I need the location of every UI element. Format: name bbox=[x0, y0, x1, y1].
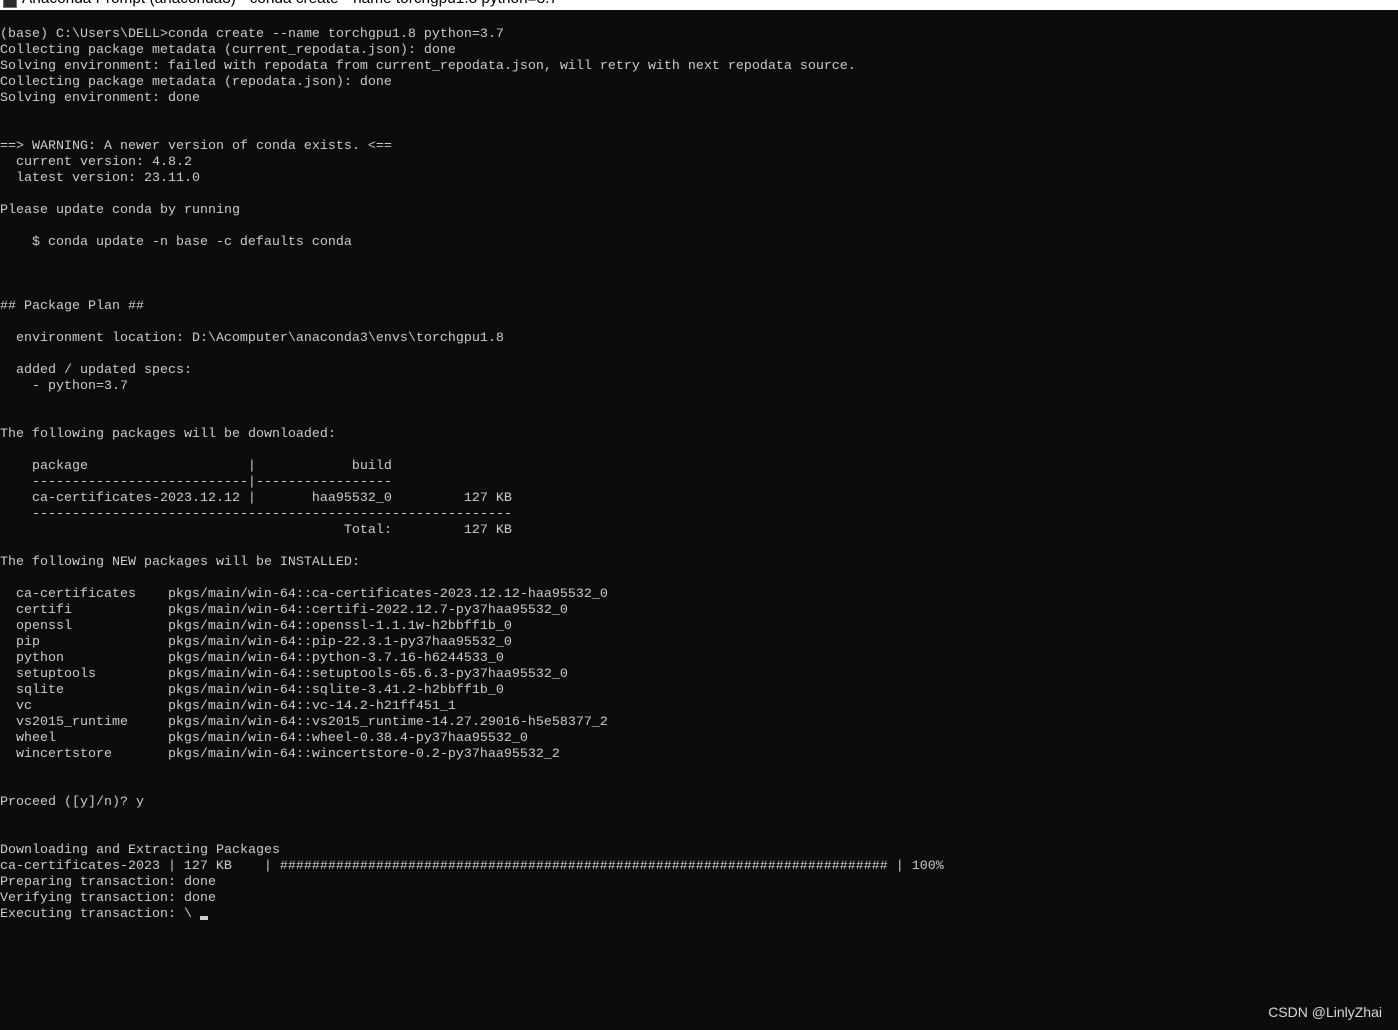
download-package-build: haa95532_0 bbox=[311, 491, 392, 506]
install-package-spec: pkgs/main/win-64::wheel-0.38.4-py37haa95… bbox=[167, 731, 528, 746]
progress-percent: 100% bbox=[911, 859, 944, 874]
install-package-name: wheel bbox=[15, 731, 56, 746]
install-package-spec: pkgs/main/win-64::openssl-1.1.1w-h2bbff1… bbox=[167, 619, 512, 634]
proceed-answer: y bbox=[135, 795, 144, 810]
spec-item: - python=3.7 bbox=[31, 379, 128, 394]
install-package-row: setuptools pkgs/main/win-64::setuptools-6… bbox=[0, 667, 1398, 683]
install-package-name: wincertstore bbox=[15, 747, 112, 762]
install-package-spec: pkgs/main/win-64::vs2015_runtime-14.27.2… bbox=[167, 715, 608, 730]
download-package-size: 127 KB bbox=[463, 491, 512, 506]
install-package-name: setuptools bbox=[15, 667, 96, 682]
install-package-row: vs2015_runtime pkgs/main/win-64::vs2015_r… bbox=[0, 715, 1398, 731]
progress-separator: | bbox=[263, 859, 272, 874]
install-package-row: certifi pkgs/main/win-64::certifi-2022.12… bbox=[0, 603, 1398, 619]
console-output[interactable]: (base) C:\Users\DELL> conda create --name… bbox=[0, 27, 1398, 923]
proceed-prompt: Proceed ([y]/n)? y bbox=[0, 795, 1398, 811]
transaction-executing-text: Executing transaction: \ bbox=[0, 907, 192, 922]
install-package-name: sqlite bbox=[15, 683, 64, 698]
download-table-header: package | build bbox=[0, 459, 1398, 475]
typed-command: conda create --name torchgpu1.8 python=3… bbox=[167, 27, 504, 42]
column-separator: | bbox=[247, 459, 256, 474]
install-package-spec: pkgs/main/win-64::sqlite-3.41.2-h2bbff1b… bbox=[167, 683, 504, 698]
shell-prompt: (base) C:\Users\DELL> bbox=[0, 27, 168, 42]
column-header-package: package bbox=[31, 459, 88, 474]
warning-banner: ==> WARNING: A newer version of conda ex… bbox=[0, 139, 392, 154]
transaction-preparing: Preparing transaction: done bbox=[0, 875, 216, 890]
specs-heading: added / updated specs: bbox=[15, 363, 192, 378]
download-package-name: ca-certificates-2023.12.12 bbox=[31, 491, 240, 506]
status-line: Solving environment: done bbox=[0, 91, 200, 106]
progress-bar: ########################################… bbox=[279, 859, 888, 874]
install-package-row: pip pkgs/main/win-64::pip-22.3.1-py37haa9… bbox=[0, 635, 1398, 651]
status-line: Collecting package metadata (repodata.js… bbox=[0, 75, 392, 90]
progress-package-name: ca-certificates-2023 bbox=[0, 859, 160, 874]
column-separator: | bbox=[247, 491, 256, 506]
install-package-row: sqlite pkgs/main/win-64::sqlite-3.41.2-h2… bbox=[0, 683, 1398, 699]
status-line: Collecting package metadata (current_rep… bbox=[0, 43, 456, 58]
package-plan-heading: ## Package Plan ## bbox=[0, 299, 144, 314]
proceed-question: Proceed ([y]/n)? bbox=[0, 795, 128, 810]
download-table-row: ca-certificates-2023.12.12 | haa95532_0 127… bbox=[0, 491, 1398, 507]
update-hint: Please update conda by running bbox=[0, 203, 240, 218]
install-package-row: wincertstore pkgs/main/win-64::wincertsto… bbox=[0, 747, 1398, 763]
progress-heading: Downloading and Extracting Packages bbox=[0, 843, 280, 858]
install-package-row: wheel pkgs/main/win-64::wheel-0.38.4-py37… bbox=[0, 731, 1398, 747]
install-package-spec: pkgs/main/win-64::setuptools-65.6.3-py37… bbox=[167, 667, 568, 682]
install-package-name: pip bbox=[15, 635, 40, 650]
latest-version: latest version: 23.11.0 bbox=[15, 171, 200, 186]
transaction-executing: Executing transaction: \ bbox=[0, 907, 1398, 923]
total-label: Total: bbox=[343, 523, 392, 538]
install-package-name: vs2015_runtime bbox=[15, 715, 128, 730]
current-version: current version: 4.8.2 bbox=[15, 155, 192, 170]
install-package-name: vc bbox=[15, 699, 32, 714]
column-header-build: build bbox=[351, 459, 392, 474]
command-line: (base) C:\Users\DELL> conda create --name… bbox=[0, 27, 1398, 43]
install-package-spec: pkgs/main/win-64::wincertstore-0.2-py37h… bbox=[167, 747, 560, 762]
install-package-spec: pkgs/main/win-64::certifi-2022.12.7-py37… bbox=[167, 603, 568, 618]
install-package-name: ca-certificates bbox=[15, 587, 136, 602]
download-progress: ca-certificates-2023 | 127 KB | ############… bbox=[0, 859, 1398, 875]
install-package-row: python pkgs/main/win-64::python-3.7.16-h6… bbox=[0, 651, 1398, 667]
install-package-name: certifi bbox=[15, 603, 72, 618]
progress-separator: | bbox=[895, 859, 904, 874]
download-table-total: Total: 127 KB bbox=[0, 523, 1398, 539]
install-package-spec: pkgs/main/win-64::python-3.7.16-h6244533… bbox=[167, 651, 504, 666]
window-title-bar[interactable]: Anaconda Prompt (anaconda3) - conda crea… bbox=[0, 0, 1398, 10]
download-table-header-rule: ---------------------------|------------… bbox=[31, 475, 392, 490]
window-title: Anaconda Prompt (anaconda3) - conda crea… bbox=[22, 0, 558, 8]
progress-separator: | bbox=[167, 859, 176, 874]
install-package-row: openssl pkgs/main/win-64::openssl-1.1.1w-… bbox=[0, 619, 1398, 635]
update-command: $ conda update -n base -c defaults conda bbox=[31, 235, 352, 250]
install-package-spec: pkgs/main/win-64::vc-14.2-h21ff451_1 bbox=[167, 699, 456, 714]
total-size: 127 KB bbox=[463, 523, 512, 538]
install-package-spec: pkgs/main/win-64::ca-certificates-2023.1… bbox=[167, 587, 608, 602]
download-table-total-rule: ----------------------------------------… bbox=[31, 507, 512, 522]
transaction-verifying: Verifying transaction: done bbox=[0, 891, 216, 906]
install-package-row: ca-certificates pkgs/main/win-64::ca-cert… bbox=[0, 587, 1398, 603]
install-package-spec: pkgs/main/win-64::pip-22.3.1-py37haa9553… bbox=[167, 635, 512, 650]
install-heading: The following NEW packages will be INSTA… bbox=[0, 555, 360, 570]
install-package-row: vc pkgs/main/win-64::vc-14.2-h21ff451_1 bbox=[0, 699, 1398, 715]
progress-size: 127 KB bbox=[183, 859, 232, 874]
environment-location: environment location: D:\Acomputer\anaco… bbox=[15, 331, 504, 346]
status-line: Solving environment: failed with repodat… bbox=[0, 59, 856, 74]
install-package-name: python bbox=[15, 651, 64, 666]
text-cursor bbox=[199, 916, 208, 920]
console-icon[interactable] bbox=[3, 0, 17, 8]
download-heading: The following packages will be downloade… bbox=[0, 427, 336, 442]
install-package-name: openssl bbox=[15, 619, 72, 634]
csdn-watermark: CSDN @LinlyZhai bbox=[1268, 1004, 1382, 1020]
